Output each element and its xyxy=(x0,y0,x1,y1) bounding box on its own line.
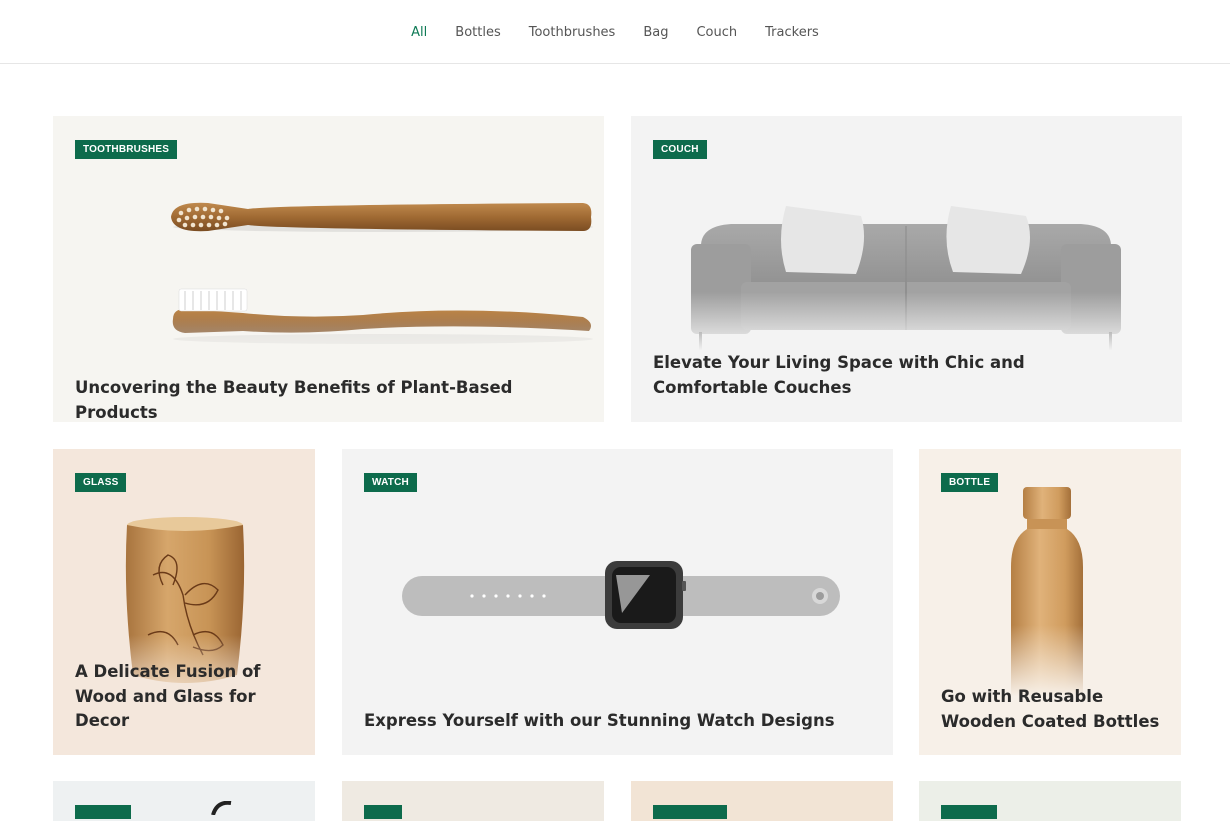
post-card-partial[interactable] xyxy=(342,781,604,821)
post-title[interactable]: Uncovering the Beauty Benefits of Plant-… xyxy=(75,376,585,422)
smart-watch-image xyxy=(402,561,840,629)
post-title[interactable]: Express Yourself with our Stunning Watch… xyxy=(364,709,864,734)
nav-item-bottles[interactable]: Bottles xyxy=(441,25,514,40)
category-badge: COUCH xyxy=(653,140,707,159)
nav-item-trackers[interactable]: Trackers xyxy=(751,25,833,40)
nav-item-bag[interactable]: Bag xyxy=(629,25,682,40)
post-card-partial[interactable] xyxy=(919,781,1181,821)
category-list: All Bottles Toothbrushes Bag Couch Track… xyxy=(0,0,1230,64)
category-nav: All Bottles Toothbrushes Bag Couch Track… xyxy=(0,0,1230,64)
category-badge: GLASS xyxy=(75,473,127,492)
post-card-couch[interactable]: COUCH Elevate Your Living Space with Chi… xyxy=(631,116,1182,422)
category-badge xyxy=(653,805,727,819)
category-badge xyxy=(941,805,997,819)
post-card-glass[interactable]: GLASS A Delicate Fusion of Wood and Glas… xyxy=(53,449,315,755)
post-card-bottle[interactable]: BOTTLE Go with Reusable Wooden Coated Bo… xyxy=(919,449,1181,755)
post-title[interactable]: A Delicate Fusion of Wood and Glass for … xyxy=(75,660,275,734)
category-badge: TOOTHBRUSHES xyxy=(75,140,178,159)
post-card-partial[interactable] xyxy=(631,781,893,821)
post-card-watch[interactable]: WATCH Express Yourself with our Stunning… xyxy=(342,449,893,755)
nav-item-toothbrushes[interactable]: Toothbrushes xyxy=(515,25,630,40)
category-badge xyxy=(75,805,131,819)
nav-item-all[interactable]: All xyxy=(397,25,441,40)
card-fade-overlay xyxy=(342,655,893,755)
category-badge: WATCH xyxy=(364,473,417,492)
nav-item-couch[interactable]: Couch xyxy=(682,25,751,40)
category-badge xyxy=(364,805,402,819)
post-title[interactable]: Elevate Your Living Space with Chic and … xyxy=(653,351,1123,400)
script-logo-image xyxy=(211,801,232,815)
category-badge: BOTTLE xyxy=(941,473,999,492)
post-title[interactable]: Go with Reusable Wooden Coated Bottles xyxy=(941,685,1161,734)
post-card-toothbrushes[interactable]: TOOTHBRUSHES Uncovering the Beauty Benef… xyxy=(53,116,604,422)
post-card-partial[interactable] xyxy=(53,781,315,821)
